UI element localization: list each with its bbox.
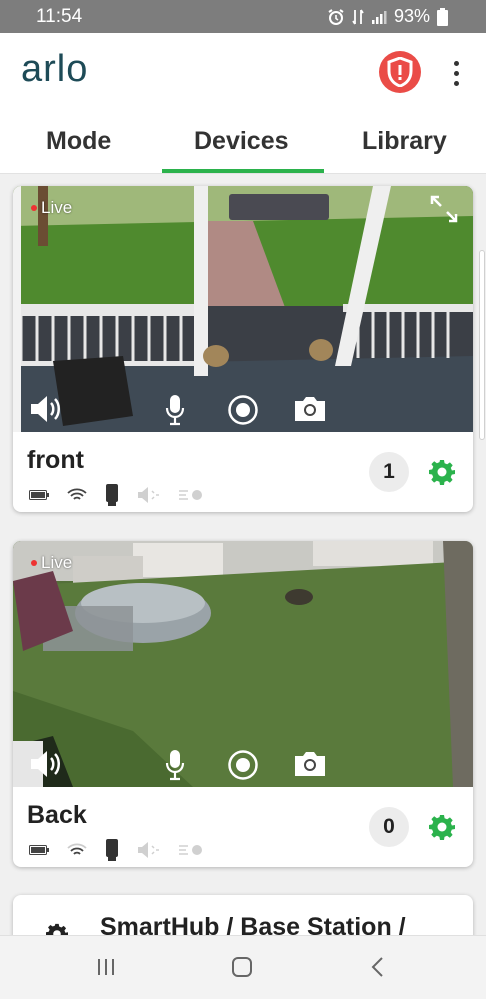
status-icons-right: 93%: [327, 6, 448, 27]
tab-devices[interactable]: Devices: [194, 127, 289, 156]
device-info-front: front 1: [13, 432, 473, 512]
more-options-icon[interactable]: [444, 55, 468, 91]
back-icon[interactable]: [370, 956, 386, 978]
app-header: arlo Mode Devices Library: [0, 33, 486, 174]
data-transfer-icon: [352, 9, 364, 24]
notification-count-badge[interactable]: 0: [369, 807, 409, 847]
motion-icon: [179, 845, 202, 855]
live-indicator: Live: [31, 553, 72, 573]
scrollbar[interactable]: [479, 250, 485, 440]
wifi-icon: [67, 488, 87, 500]
tab-bar: Mode Devices Library: [0, 119, 486, 174]
alarm-icon: [328, 8, 344, 25]
battery-icon: [29, 845, 49, 855]
microphone-icon[interactable]: [165, 749, 185, 781]
camera-device-icon: [106, 484, 118, 506]
record-icon[interactable]: [227, 749, 259, 781]
alert-shield-button[interactable]: [379, 51, 421, 93]
status-bar: 11:54 93%: [0, 0, 486, 33]
device-card-back: Live Back 0: [13, 541, 473, 867]
camera-feed-back[interactable]: Live: [13, 541, 473, 787]
live-indicator: Live: [31, 198, 72, 218]
status-time: 11:54: [36, 6, 83, 27]
feed-controls: [13, 388, 473, 432]
camera-feed-front[interactable]: Live: [13, 186, 473, 432]
system-nav-bar: [0, 935, 486, 999]
speaker-muted-icon: [138, 487, 159, 503]
device-card-front: Live front 1: [13, 186, 473, 512]
device-name: Back: [27, 801, 87, 829]
wifi-icon: [67, 843, 87, 855]
camera-device-icon: [106, 839, 118, 861]
device-status-icons: [29, 839, 203, 861]
arlo-logo: arlo: [21, 48, 89, 90]
signal-icon: [371, 10, 387, 24]
shield-alert-icon: [387, 57, 413, 87]
active-tab-indicator: [162, 169, 324, 173]
home-icon[interactable]: [231, 956, 253, 978]
expand-icon[interactable]: [429, 194, 459, 224]
feed-controls: [13, 743, 473, 787]
speaker-icon[interactable]: [29, 394, 65, 424]
battery-icon: [437, 7, 448, 26]
speaker-muted-icon: [138, 842, 159, 858]
tab-mode[interactable]: Mode: [46, 127, 111, 156]
record-icon[interactable]: [227, 394, 259, 426]
settings-gear-icon[interactable]: [429, 814, 455, 840]
tab-library[interactable]: Library: [362, 127, 447, 156]
battery-icon: [29, 490, 49, 500]
notification-count-badge[interactable]: 1: [369, 452, 409, 492]
microphone-icon[interactable]: [165, 394, 185, 426]
device-info-back: Back 0: [13, 787, 473, 867]
device-name: front: [27, 446, 84, 474]
battery-percent: 93%: [393, 6, 430, 26]
speaker-icon[interactable]: [29, 749, 65, 779]
motion-icon: [179, 490, 202, 500]
snapshot-camera-icon[interactable]: [292, 394, 328, 424]
recent-apps-icon[interactable]: [95, 956, 117, 978]
settings-gear-icon[interactable]: [429, 459, 455, 485]
device-status-icons: [29, 484, 203, 506]
snapshot-camera-icon[interactable]: [292, 749, 328, 779]
